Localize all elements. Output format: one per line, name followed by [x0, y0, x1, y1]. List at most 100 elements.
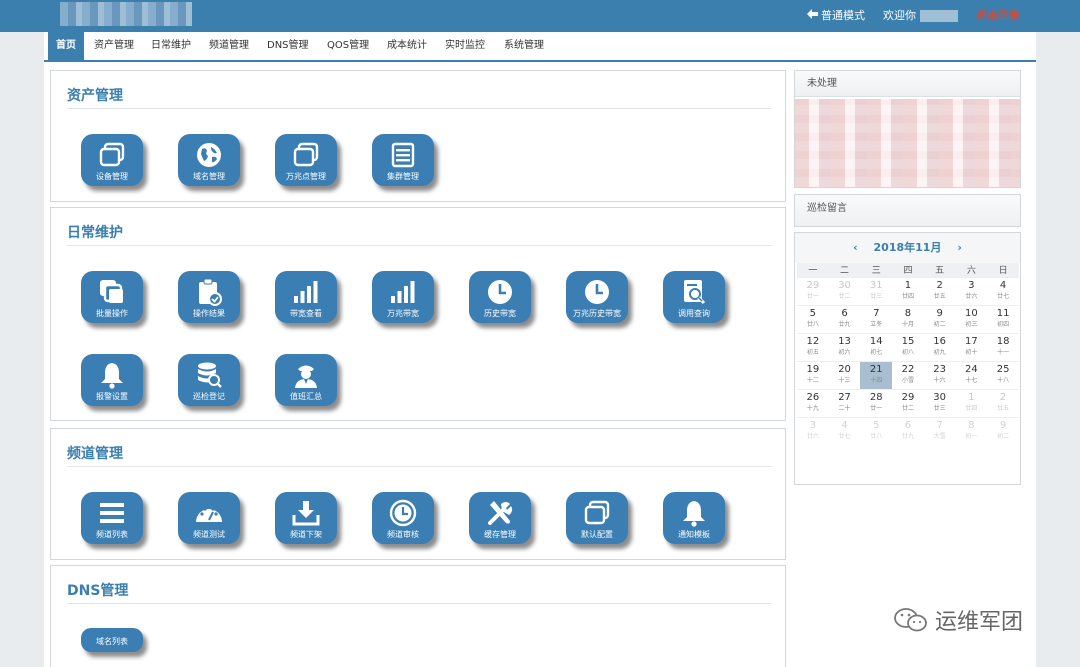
mode-switch-link[interactable]: 普通模式	[807, 7, 865, 23]
tile-batch-operation[interactable]: 批量操作	[81, 271, 143, 323]
day-number: 24	[965, 363, 978, 375]
tile-domain-management[interactable]: 域名管理	[178, 134, 240, 186]
calendar-day[interactable]: 11 初四	[987, 304, 1019, 333]
tile-channel-takedown[interactable]: 频道下架	[275, 492, 337, 544]
lunar-date: 廿四	[965, 404, 978, 412]
tab-home[interactable]: 首页	[48, 32, 84, 60]
calendar-day[interactable]: 28 廿一	[860, 388, 893, 417]
calendar-day[interactable]: 2 廿五	[923, 276, 956, 305]
calendar-day[interactable]: 9 初二	[987, 416, 1019, 445]
calendar-day[interactable]: 5 廿八	[797, 304, 829, 333]
tab-monitor[interactable]: 实时监控	[437, 32, 493, 60]
next-month-icon[interactable]: ›	[957, 241, 962, 254]
calendar-day[interactable]: 30 廿二	[828, 276, 861, 305]
tile-alarm-settings[interactable]: 报警设置	[81, 354, 143, 406]
tab-asset[interactable]: 资产管理	[86, 32, 142, 60]
calendar-day[interactable]: 4 廿七	[987, 276, 1019, 305]
wechat-icon	[893, 606, 929, 634]
tile-10g-bandwidth[interactable]: 万兆带宽	[372, 271, 434, 323]
clock-icon	[485, 277, 515, 307]
lunar-date: 廿五	[997, 404, 1010, 412]
calendar-day[interactable]: 22 小雪	[892, 360, 924, 389]
day-number: 18	[996, 335, 1010, 347]
tile-channel-review[interactable]: 频道审核	[372, 492, 434, 544]
calendar-day[interactable]: 19 十二	[797, 360, 829, 389]
tile-call-query[interactable]: 调用查询	[663, 271, 725, 323]
signal-bars-icon	[388, 277, 418, 307]
tile-operation-result[interactable]: 操作结果	[178, 271, 240, 323]
tile-channel-list[interactable]: 频道列表	[81, 492, 143, 544]
day-number: 29	[901, 391, 915, 403]
lunar-date: 廿六	[806, 432, 819, 440]
tab-qos[interactable]: QOS管理	[319, 32, 377, 60]
tile-notification-template[interactable]: 通知模板	[663, 492, 725, 544]
calendar-day[interactable]: 9 初二	[923, 304, 956, 333]
calendar-day[interactable]: 29 廿二	[892, 388, 924, 417]
calendar-day[interactable]: 29 廿一	[797, 276, 829, 305]
tile-domain-list[interactable]: 域名列表	[81, 628, 143, 652]
tile-inspection-register[interactable]: 巡检登记	[178, 354, 240, 406]
tab-dns[interactable]: DNS管理	[259, 32, 317, 60]
calendar-day[interactable]: 31 廿三	[860, 276, 893, 305]
tile-duty-summary[interactable]: 值班汇总	[275, 354, 337, 406]
tile-cluster-management[interactable]: 集群管理	[372, 134, 434, 186]
calendar-day[interactable]: 3 廿六	[797, 416, 829, 445]
lunar-date: 十四	[870, 376, 883, 384]
calendar-day[interactable]: 12 初五	[797, 332, 829, 361]
tile-label: 频道列表	[96, 530, 128, 539]
tab-daily[interactable]: 日常维护	[143, 32, 199, 60]
tile-10g-history-bandwidth[interactable]: 万兆历史带宽	[566, 271, 628, 323]
tab-system[interactable]: 系统管理	[496, 32, 552, 60]
calendar-day[interactable]: 15 初八	[892, 332, 924, 361]
tile-label: 巡检登记	[193, 392, 225, 401]
calendar-day[interactable]: 14 初七	[860, 332, 893, 361]
calendar-day[interactable]: 10 初三	[955, 304, 988, 333]
tile-label: 报警设置	[96, 392, 128, 401]
calendar-day[interactable]: 26 十九	[797, 388, 829, 417]
calendar-day[interactable]: 5 廿八	[860, 416, 893, 445]
calendar-day[interactable]: 6 廿九	[892, 416, 924, 445]
calendar-day[interactable]: 18 十一	[987, 332, 1019, 361]
calendar-day[interactable]: 2 廿五	[987, 388, 1019, 417]
calendar-day[interactable]: 20 十三	[828, 360, 861, 389]
calendar-day[interactable]: 7 大雪	[923, 416, 956, 445]
calendar-day[interactable]: 30 廿三	[923, 388, 956, 417]
calendar-day[interactable]: 23 十六	[923, 360, 956, 389]
calendar-day[interactable]: 4 廿七	[828, 416, 861, 445]
database-search-icon	[194, 360, 224, 390]
tile-label: 频道下架	[290, 530, 322, 539]
prev-month-icon[interactable]: ‹	[853, 241, 858, 254]
tile-device-management[interactable]: 设备管理	[81, 134, 143, 186]
tile-label: 频道测试	[193, 530, 225, 539]
tile-cache-management[interactable]: 缓存管理	[469, 492, 531, 544]
calendar-header: ‹ 2018年11月 ›	[795, 233, 1020, 263]
calendar-day[interactable]: 8 初一	[955, 416, 988, 445]
logout-link[interactable]: 退出登录	[976, 7, 1020, 23]
tile-default-config[interactable]: 默认配置	[566, 492, 628, 544]
calendar-day[interactable]: 1 廿四	[892, 276, 924, 305]
tile-10g-node-management[interactable]: 万兆点管理	[275, 134, 337, 186]
calendar-day[interactable]: 7 立冬	[860, 304, 893, 333]
calendar-day[interactable]: 24 十七	[955, 360, 988, 389]
day-number: 21	[869, 363, 883, 375]
calendar-day[interactable]: 21 十四	[860, 360, 893, 389]
calendar-day[interactable]: 27 二十	[828, 388, 861, 417]
tab-cost[interactable]: 成本统计	[379, 32, 435, 60]
calendar-day[interactable]: 17 初十	[955, 332, 988, 361]
tile-history-bandwidth[interactable]: 历史带宽	[469, 271, 531, 323]
tile-bandwidth-view[interactable]: 带宽查看	[275, 271, 337, 323]
watermark: 运维军团	[893, 604, 1023, 636]
weekday-header: 一	[797, 263, 829, 277]
lunar-date: 初十	[965, 348, 978, 356]
tile-channel-test[interactable]: 频道测试	[178, 492, 240, 544]
tab-channel[interactable]: 频道管理	[201, 32, 257, 60]
calendar-day[interactable]: 8 十月	[892, 304, 924, 333]
calendar-day[interactable]: 13 初六	[828, 332, 861, 361]
calendar: ‹ 2018年11月 › 一二三四五六日 29 廿一 30 廿二 31 廿三 1 廿四 2 廿五 3…	[794, 232, 1021, 485]
calendar-day[interactable]: 25 十八	[987, 360, 1019, 389]
calendar-day[interactable]: 16 初九	[923, 332, 956, 361]
clipboard-check-icon	[194, 277, 224, 307]
calendar-day[interactable]: 6 廿九	[828, 304, 861, 333]
calendar-day[interactable]: 3 廿六	[955, 276, 988, 305]
calendar-day[interactable]: 1 廿四	[955, 388, 988, 417]
